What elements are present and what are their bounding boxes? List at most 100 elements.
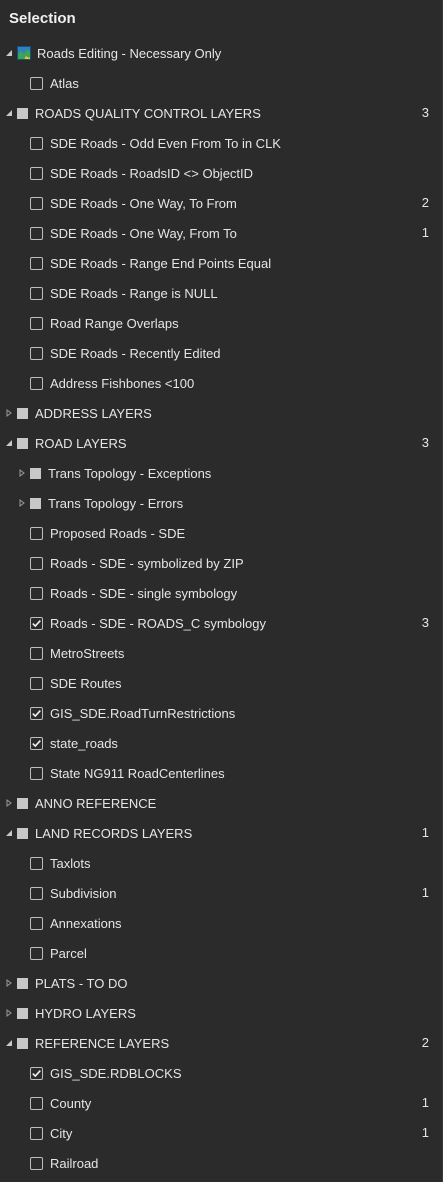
group-row-plats-to-do[interactable]: PLATS - TO DO: [0, 968, 442, 998]
triangle-down-icon[interactable]: [4, 108, 14, 118]
layer-checkbox[interactable]: [30, 376, 43, 390]
layer-row-roads-sde-roads-c-symbology[interactable]: Roads - SDE - ROADS_C symbology 3: [0, 608, 442, 638]
triangle-down-icon[interactable]: [4, 1038, 14, 1048]
layer-row-sde-roads-range-is-null[interactable]: SDE Roads - Range is NULL: [0, 278, 442, 308]
layer-checkbox[interactable]: [30, 886, 43, 900]
group-row-address-layers[interactable]: ADDRESS LAYERS: [0, 398, 442, 428]
layer-row-parcel[interactable]: Parcel: [0, 938, 442, 968]
layer-checkbox[interactable]: [30, 196, 43, 210]
triangle-right-icon[interactable]: [4, 408, 14, 418]
layer-row-roads-sde-single-symbology[interactable]: Roads - SDE - single symbology: [0, 578, 442, 608]
row-label: SDE Roads - Recently Edited: [50, 345, 221, 361]
group-row-trans-topology-exceptions[interactable]: Trans Topology - Exceptions: [0, 458, 442, 488]
row-label: Address Fishbones <100: [50, 375, 195, 391]
selection-count: 1: [421, 225, 429, 240]
group-row-trans-topology-errors[interactable]: Trans Topology - Errors: [0, 488, 442, 518]
layer-checkbox[interactable]: [30, 736, 43, 750]
row-label: Annexations: [50, 915, 122, 931]
layer-row-sde-roads-recently-edited[interactable]: SDE Roads - Recently Edited: [0, 338, 442, 368]
layer-checkbox[interactable]: [30, 916, 43, 930]
group-row-roads-quality-control-layers[interactable]: ROADS QUALITY CONTROL LAYERS 3: [0, 98, 442, 128]
row-label: Roads - SDE - single symbology: [50, 585, 238, 601]
group-row-land-records-layers[interactable]: LAND RECORDS LAYERS 1: [0, 818, 442, 848]
row-label: ADDRESS LAYERS: [35, 405, 152, 421]
layer-checkbox[interactable]: [30, 706, 43, 720]
layer-row-sde-roads-one-way-from-to[interactable]: SDE Roads - One Way, From To 1: [0, 218, 442, 248]
layer-row-proposed-roads-sde[interactable]: Proposed Roads - SDE: [0, 518, 442, 548]
row-label: ROAD LAYERS: [35, 435, 127, 451]
triangle-right-icon[interactable]: [17, 498, 27, 508]
layer-checkbox[interactable]: [30, 136, 43, 150]
layer-row-address-fishbones-100[interactable]: Address Fishbones <100: [0, 368, 442, 398]
layer-checkbox[interactable]: [30, 346, 43, 360]
layer-checkbox[interactable]: [30, 1126, 43, 1140]
layer-checkbox[interactable]: [30, 556, 43, 570]
layer-checkbox[interactable]: [30, 1096, 43, 1110]
layer-checkbox[interactable]: [30, 76, 43, 90]
map-row[interactable]: Roads Editing - Necessary Only: [0, 38, 442, 68]
layer-row-sde-roads-one-way-to-from[interactable]: SDE Roads - One Way, To From 2: [0, 188, 442, 218]
layer-checkbox[interactable]: [30, 166, 43, 180]
layer-row-county[interactable]: County 1: [0, 1088, 442, 1118]
layer-row-taxlots[interactable]: Taxlots: [0, 848, 442, 878]
layer-row-roads-sde-symbolized-by-zip[interactable]: Roads - SDE - symbolized by ZIP: [0, 548, 442, 578]
layer-row-subdivision[interactable]: Subdivision 1: [0, 878, 442, 908]
checkmark-icon: [32, 709, 41, 717]
triangle-down-icon[interactable]: [4, 828, 14, 838]
group-row-hydro-layers[interactable]: HYDRO LAYERS: [0, 998, 442, 1028]
layer-checkbox[interactable]: [30, 226, 43, 240]
row-label: Roads - SDE - ROADS_C symbology: [50, 615, 267, 631]
layer-checkbox[interactable]: [30, 316, 43, 330]
group-layer-icon: [17, 827, 28, 839]
layer-checkbox[interactable]: [30, 676, 43, 690]
layer-row-annexations[interactable]: Annexations: [0, 908, 442, 938]
layer-row-sde-roads-range-end-points-equal[interactable]: SDE Roads - Range End Points Equal: [0, 248, 442, 278]
row-label: Taxlots: [50, 855, 91, 871]
row-label: County: [50, 1095, 92, 1111]
selection-count: 1: [421, 885, 429, 900]
layer-checkbox[interactable]: [30, 586, 43, 600]
row-label: City: [50, 1125, 73, 1141]
layer-checkbox[interactable]: [30, 526, 43, 540]
layer-row-city[interactable]: City 1: [0, 1118, 442, 1148]
row-label: state_roads: [50, 735, 118, 751]
triangle-right-icon[interactable]: [4, 798, 14, 808]
triangle-right-icon[interactable]: [4, 1008, 14, 1018]
triangle-right-icon[interactable]: [4, 978, 14, 988]
layer-row-gis-sde-rdblocks[interactable]: GIS_SDE.RDBLOCKS: [0, 1058, 442, 1088]
layer-row-state-ng911-roadcenterlines[interactable]: State NG911 RoadCenterlines: [0, 758, 442, 788]
row-label: ROADS QUALITY CONTROL LAYERS: [35, 105, 261, 121]
triangle-right-icon[interactable]: [17, 468, 27, 478]
group-row-anno-reference[interactable]: ANNO REFERENCE: [0, 788, 442, 818]
row-label: SDE Roads - One Way, From To: [50, 225, 237, 241]
layer-row-atlas[interactable]: Atlas: [0, 68, 442, 98]
layer-checkbox[interactable]: [30, 946, 43, 960]
row-label: Roads - SDE - symbolized by ZIP: [50, 555, 244, 571]
layer-checkbox[interactable]: [30, 286, 43, 300]
layer-row-sde-routes[interactable]: SDE Routes: [0, 668, 442, 698]
layer-row-sde-roads-odd-even-from-to-in-clk[interactable]: SDE Roads - Odd Even From To in CLK: [0, 128, 442, 158]
layer-row-gis-sde-roadturnrestrictions[interactable]: GIS_SDE.RoadTurnRestrictions: [0, 698, 442, 728]
row-label: Subdivision: [50, 885, 117, 901]
layer-checkbox[interactable]: [30, 616, 43, 630]
layer-checkbox[interactable]: [30, 1156, 43, 1170]
row-label: ANNO REFERENCE: [35, 795, 157, 811]
layer-row-sde-roads-roadsid-objectid[interactable]: SDE Roads - RoadsID <> ObjectID: [0, 158, 442, 188]
layer-row-metrostreets[interactable]: MetroStreets: [0, 638, 442, 668]
layer-row-state-roads[interactable]: state_roads: [0, 728, 442, 758]
layer-row-road-range-overlaps[interactable]: Road Range Overlaps: [0, 308, 442, 338]
group-row-road-layers[interactable]: ROAD LAYERS 3: [0, 428, 442, 458]
row-label: GIS_SDE.RDBLOCKS: [50, 1065, 182, 1081]
selection-count: 2: [421, 195, 429, 210]
layer-checkbox[interactable]: [30, 856, 43, 870]
layer-checkbox[interactable]: [30, 766, 43, 780]
layer-row-railroad[interactable]: Railroad: [0, 1148, 442, 1178]
triangle-down-icon[interactable]: [4, 438, 14, 448]
selection-count: 3: [421, 615, 429, 630]
layer-checkbox[interactable]: [30, 1066, 43, 1080]
selection-tree: Roads Editing - Necessary Only Atlas ROAD…: [0, 38, 442, 1178]
layer-checkbox[interactable]: [30, 256, 43, 270]
triangle-down-icon[interactable]: [4, 48, 14, 58]
layer-checkbox[interactable]: [30, 646, 43, 660]
group-row-reference-layers[interactable]: REFERENCE LAYERS 2: [0, 1028, 442, 1058]
